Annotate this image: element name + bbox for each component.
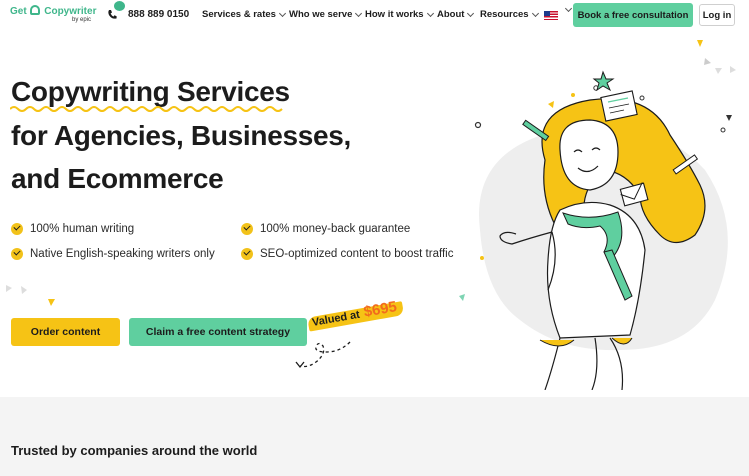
feature-label: 100% money-back guarantee xyxy=(260,223,411,235)
feature-item: 100% money-back guarantee xyxy=(241,223,410,235)
login-button[interactable]: Log in xyxy=(699,4,735,26)
chevron-down-icon xyxy=(467,9,475,17)
nav-item-label: Services & rates xyxy=(202,9,276,20)
phone-number[interactable]: 888 889 0150 xyxy=(128,9,189,20)
get-copywriter-logo[interactable]: Get Copywriter by epic xyxy=(10,5,102,25)
nav-about[interactable]: About xyxy=(437,9,475,20)
chevron-down-icon xyxy=(426,9,434,17)
hero-headline-line-2: for Agencies, Businesses, xyxy=(11,120,352,151)
feature-label: SEO-optimized content to boost traffic xyxy=(260,248,454,260)
chevron-down-icon xyxy=(355,9,363,17)
nav-item-label: About xyxy=(437,9,465,20)
language-selector[interactable] xyxy=(562,4,573,13)
valued-at-badge: Valued at $695 xyxy=(307,298,405,332)
trusted-heading: Trusted by companies around the world xyxy=(11,443,258,458)
hero-headline-line-1: Copywriting Services xyxy=(11,76,290,107)
nav-services-rates[interactable]: Services & rates xyxy=(202,9,286,20)
chevron-down-icon xyxy=(564,4,573,13)
valued-price: $695 xyxy=(362,298,399,321)
check-icon xyxy=(11,248,23,260)
check-icon xyxy=(11,223,23,235)
us-flag-icon[interactable] xyxy=(544,11,558,20)
dashed-arrow-icon xyxy=(295,341,351,369)
feature-label: Native English-speaking writers only xyxy=(30,248,215,260)
chevron-down-icon xyxy=(531,9,539,17)
nav-resources[interactable]: Resources xyxy=(480,9,539,20)
woman-illustration xyxy=(479,70,728,390)
nav-how-it-works[interactable]: How it works xyxy=(365,9,434,20)
feature-item: Native English-speaking writers only xyxy=(11,248,215,260)
chevron-down-icon xyxy=(278,9,286,17)
nav-item-label: How it works xyxy=(365,9,424,20)
logo-byline: by epic xyxy=(72,17,92,23)
nav-item-label: Resources xyxy=(480,9,529,20)
nav-who-we-serve[interactable]: Who we serve xyxy=(289,9,363,20)
headline-underline-squiggle xyxy=(10,106,283,112)
logo-wordmark: Get Copywriter xyxy=(10,5,97,17)
check-icon xyxy=(241,223,253,235)
claim-strategy-button[interactable]: Claim a free content strategy xyxy=(129,318,307,346)
logo-a-icon xyxy=(30,5,41,15)
top-navigation: Get Copywriter by epic 888 889 0150 Serv… xyxy=(0,0,749,30)
book-consultation-button[interactable]: Book a free consultation xyxy=(573,3,693,27)
feature-item: SEO-optimized content to boost traffic xyxy=(241,248,453,260)
feature-label: 100% human writing xyxy=(30,223,135,235)
order-content-button[interactable]: Order content xyxy=(11,318,120,346)
check-icon xyxy=(241,248,253,260)
phone-icon xyxy=(108,10,117,19)
trusted-section xyxy=(0,397,749,476)
hero-headline-line-3: and Ecommerce xyxy=(11,163,224,194)
nav-item-label: Who we serve xyxy=(289,9,353,20)
feature-item: 100% human writing xyxy=(11,223,134,235)
